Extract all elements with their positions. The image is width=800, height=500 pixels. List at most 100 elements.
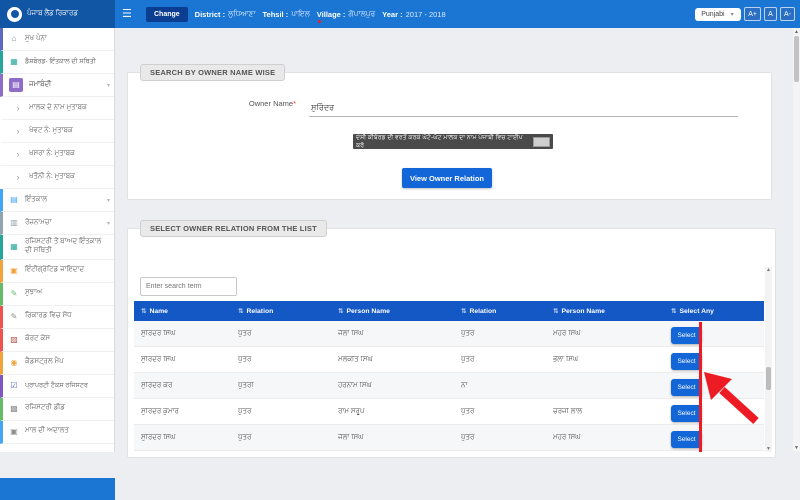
mal-adalat-icon: ▣ bbox=[10, 426, 18, 436]
sidebar-item-8[interactable]: ▥ ਰੋਜ਼ਨਾਮਚਾ ▾ bbox=[0, 212, 114, 235]
sidebar-item-16[interactable]: ▩ ਰਜਿਸਟਰੀ ਡੀਡ bbox=[0, 397, 114, 421]
village-info: Village : ਗੋਪਾਲਪੁਰ bbox=[316, 9, 376, 19]
font-increase-button[interactable]: A+ bbox=[744, 7, 761, 21]
village-marker-dot bbox=[318, 20, 321, 23]
table-row: ਸੁਰਿੰਦਰ ਸਿੰਘ ਪੁੱਤਰ ਮਲਕੀਤ ਸਿੰਘ ਪੁੱਤਰ ਭੋਲਾ… bbox=[134, 347, 764, 373]
sidebar-item-4[interactable]: › ਖੇਵਟ ਨੰ: ਮੁਤਾਬਕ bbox=[0, 120, 114, 143]
chevron-down-icon: ▾ bbox=[730, 11, 734, 18]
sidebar-item-3[interactable]: › ਮਾਲਕ ਦੇ ਨਾਮ ਮੁਤਾਬਕ bbox=[0, 97, 114, 120]
brand: ਪੰਜਾਬ ਲੈਂਡ ਰਿਕਾਰਡ bbox=[0, 0, 115, 28]
sidebar-item-5[interactable]: › ਖਸਰਾ ਨੰ: ਮੁਤਾਬਕ bbox=[0, 143, 114, 166]
chevron-down-icon: ▾ bbox=[106, 220, 110, 227]
sidebar-item-10[interactable]: ▣ ਇੰਟੀਗ੍ਰੇਟਿਡ ਜਾਇਦਾਦ bbox=[0, 259, 114, 283]
cell-name: ਸੁਰਿੰਦਰ ਕੁਮਾਰ bbox=[141, 407, 179, 415]
dashboard-icon: ▦ bbox=[10, 57, 18, 66]
cell-relation-2: ਪੁੱਤਰ bbox=[461, 329, 475, 337]
sidebar-menu: ⌂ ਮੁੱਖ ਪੰਨਾ ▦ ਡੈਸ਼ਬੋਰਡ- ਇੰਤਕਾਲ ਦੀ ਸਥਿਤੀ … bbox=[0, 28, 114, 444]
scroll-down-icon[interactable]: ▼ bbox=[765, 446, 772, 452]
cell-relation-1: ਪੁੱਤਰ bbox=[238, 407, 252, 415]
registry-deed-icon: ▩ bbox=[10, 403, 18, 413]
column-header-person-name-2[interactable]: ⇅ Person Name bbox=[553, 307, 671, 315]
column-header-relation-1[interactable]: ⇅ Relation bbox=[238, 307, 338, 315]
relation-card-title: SELECT OWNER RELATION FROM THE LIST bbox=[140, 220, 327, 237]
registry-status-icon: ▦ bbox=[10, 241, 18, 251]
sidebar-scrollbar[interactable]: ▲ ▼ bbox=[793, 28, 800, 452]
relation-table: ⇅ Name ⇅ Relation ⇅ Person Name ⇅ Relation ⇅… bbox=[134, 301, 764, 451]
relation-table-body: ਸੁਰਿੰਦਰ ਸਿੰਘ ਪੁੱਤਰ ਜੈਲਾ ਸਿੰਘ ਪੁੱਤਰ ਮੇਹਰ … bbox=[134, 321, 764, 451]
sidebar-item-7[interactable]: ▤ ਇੰਤਕਾਲ ▾ bbox=[0, 189, 114, 212]
cell-relation-2: ਪੁੱਤਰ bbox=[461, 407, 475, 415]
sort-icon: ⇅ bbox=[238, 308, 244, 315]
annotation-arrow-icon bbox=[704, 372, 759, 424]
chevron-right-icon: › bbox=[16, 148, 20, 159]
hamburger-menu-icon[interactable]: ☰ bbox=[122, 7, 132, 20]
cell-person-name-2: ਮੇਹਰ ਸਿੰਘ bbox=[553, 329, 581, 337]
table-row: ਸੁਰਿੰਦਰ ਕੁਮਾਰ ਪੁੱਤਰ ਰਾਮ ਸਰੂਪ ਪੁੱਤਰ ਚਰੰਜੀ… bbox=[134, 399, 764, 425]
cell-name: ਸੁਰਿੰਦਰ ਸਿੰਘ bbox=[141, 355, 176, 363]
select-button[interactable]: Select bbox=[671, 430, 702, 448]
cell-relation-1: ਪੁੱਤਰ bbox=[238, 355, 252, 363]
cell-relation-1: ਪੁੱਤਰੀ bbox=[238, 381, 254, 389]
chevron-down-icon: ▾ bbox=[106, 197, 110, 204]
brand-title: ਪੰਜਾਬ ਲੈਂਡ ਰਿਕਾਰਡ bbox=[27, 10, 78, 17]
cell-relation-1: ਪੁੱਤਰ bbox=[238, 433, 252, 441]
select-button[interactable]: Select bbox=[671, 326, 702, 344]
sidebar-scroll-thumb[interactable] bbox=[794, 36, 799, 82]
sidebar-item-6[interactable]: › ਖਤੌਨੀ ਨੰ: ਮੁਤਾਬਕ bbox=[0, 166, 114, 189]
sidebar-item-13[interactable]: ▨ ਕੋਰਟ ਕੇਸ bbox=[0, 328, 114, 352]
cell-person-name-1: ਜੈਲਾ ਸਿੰਘ bbox=[338, 433, 364, 441]
table-search-input[interactable] bbox=[140, 277, 237, 296]
cell-relation-2: ਨਾ bbox=[461, 381, 468, 389]
column-header-select-any[interactable]: ⇅ Select Any bbox=[671, 307, 764, 315]
table-row: ਸੁਰਿੰਦਰ ਸਿੰਘ ਪੁੱਤਰ ਜੈਲਾ ਸਿੰਘ ਪੁੱਤਰ ਮੇਹਰ … bbox=[134, 425, 764, 451]
cell-person-name-1: ਹਰਨਾਮ ਸਿੰਘ bbox=[338, 381, 372, 389]
table-row: ਸੁਰਿੰਦਰ ਕੌਰ ਪੁੱਤਰੀ ਹਰਨਾਮ ਸਿੰਘ ਨਾ Select bbox=[134, 373, 764, 399]
sort-icon: ⇅ bbox=[461, 308, 467, 315]
chevron-right-icon: › bbox=[16, 102, 20, 113]
column-header-name[interactable]: ⇅ Name bbox=[141, 307, 238, 315]
integrated-property-icon: ▣ bbox=[10, 265, 18, 275]
sidebar-item-15[interactable]: ☑ ਪ੍ਰਾਪਰਟੀ ਟੈਕਸ ਰਜਿਸਟਰ bbox=[0, 374, 114, 398]
view-owner-relation-button[interactable]: View Owner Relation bbox=[402, 168, 492, 188]
sidebar-item-9[interactable]: ▦ ਰਜਿਸਟਰੀ ਤੋਂ ਬਾਅਦ ਇੰਤਕਾਲ ਦੀ ਸਥਿਤੀ bbox=[0, 235, 114, 260]
change-button[interactable]: Change bbox=[146, 6, 188, 22]
sidebar-item-12[interactable]: ✎ ਰਿਕਾਰਡ ਵਿਚ ਸੋਧ bbox=[0, 305, 114, 329]
home-icon: ⌂ bbox=[11, 34, 17, 43]
sidebar-item-17[interactable]: ▣ ਮਾਲ ਦੀ ਅਦਾਲਤ bbox=[0, 420, 114, 444]
cell-person-name-2: ਭੋਲਾ ਸਿੰਘ bbox=[553, 355, 579, 363]
scroll-up-icon[interactable]: ▲ bbox=[793, 29, 800, 35]
search-card-title: SEARCH BY OWNER NAME WISE bbox=[140, 64, 286, 81]
cell-relation-1: ਪੁੱਤਰ bbox=[238, 329, 252, 337]
cell-person-name-2: ਚਰੰਜੀ ਲਾਲ bbox=[553, 407, 583, 415]
property-tax-register-icon: ☑ bbox=[10, 380, 18, 390]
sidebar-item-14[interactable]: ◉ ਕੈਡਸਟ੍ਰਲ ਮੈਪ bbox=[0, 351, 114, 375]
sidebar-footer-strip bbox=[0, 478, 115, 500]
owner-name-input[interactable] bbox=[309, 99, 738, 117]
sort-icon: ⇅ bbox=[338, 308, 344, 315]
sidebar-item-11[interactable]: ✎ ਸੁਝਾਅ bbox=[0, 282, 114, 306]
district-info: District : ਲੁਧਿਆਣਾ bbox=[194, 9, 256, 19]
language-select[interactable]: Punjabi ▾ bbox=[695, 7, 742, 21]
sidebar: ⌂ ਮੁੱਖ ਪੰਨਾ ▦ ਡੈਸ਼ਬੋਰਡ- ਇੰਤਕਾਲ ਦੀ ਸਥਿਤੀ … bbox=[0, 28, 115, 452]
font-decrease-button[interactable]: A- bbox=[780, 7, 795, 21]
sidebar-item-1[interactable]: ▦ ਡੈਸ਼ਬੋਰਡ- ਇੰਤਕਾਲ ਦੀ ਸਥਿਤੀ bbox=[0, 51, 114, 74]
jamabandi-doc-icon: ▤ bbox=[9, 78, 23, 92]
cadastral-map-icon: ◉ bbox=[10, 357, 18, 367]
chevron-right-icon: › bbox=[16, 125, 20, 136]
column-header-person-name-1[interactable]: ⇅ Person Name bbox=[338, 307, 461, 315]
sidebar-item-2[interactable]: ▤ ਜਮਾਂਬੰਦੀ ▾ bbox=[0, 74, 114, 97]
app-root: ਪੰਜਾਬ ਲੈਂਡ ਰਿਕਾਰਡ ☰ Change District : ਲੁ… bbox=[0, 0, 800, 500]
scroll-up-icon[interactable]: ▲ bbox=[765, 267, 772, 273]
column-header-relation-2[interactable]: ⇅ Relation bbox=[461, 307, 553, 315]
top-header: ਪੰਜਾਬ ਲੈਂਡ ਰਿਕਾਰਡ ☰ Change District : ਲੁ… bbox=[0, 0, 800, 28]
cell-relation-2: ਪੁੱਤਰ bbox=[461, 433, 475, 441]
header-location-bar: Change District : ਲੁਧਿਆਣਾ Tehsil : ਪਾਇਲ … bbox=[146, 0, 446, 28]
cell-name: ਸੁਰਿੰਦਰ ਸਿੰਘ bbox=[141, 433, 176, 441]
sidebar-item-0[interactable]: ⌂ ਮੁੱਖ ਪੰਨਾ bbox=[0, 28, 114, 51]
font-normal-button[interactable]: A bbox=[764, 7, 777, 21]
cell-name: ਸੁਰਿੰਦਰ ਸਿੰਘ bbox=[141, 329, 176, 337]
cell-action: Select bbox=[671, 324, 764, 344]
keyboard-tooltip: ਦੇਸੀ ਕੀਬੋਰਡ ਦੀ ਵਰਤੋਂ ਕਰਕੇ ਘੱਟੋ-ਘੱਟ ਮਾਲਕ … bbox=[353, 134, 553, 149]
scroll-down-icon[interactable]: ▼ bbox=[793, 445, 800, 451]
cell-person-name-1: ਰਾਮ ਸਰੂਪ bbox=[338, 407, 365, 415]
